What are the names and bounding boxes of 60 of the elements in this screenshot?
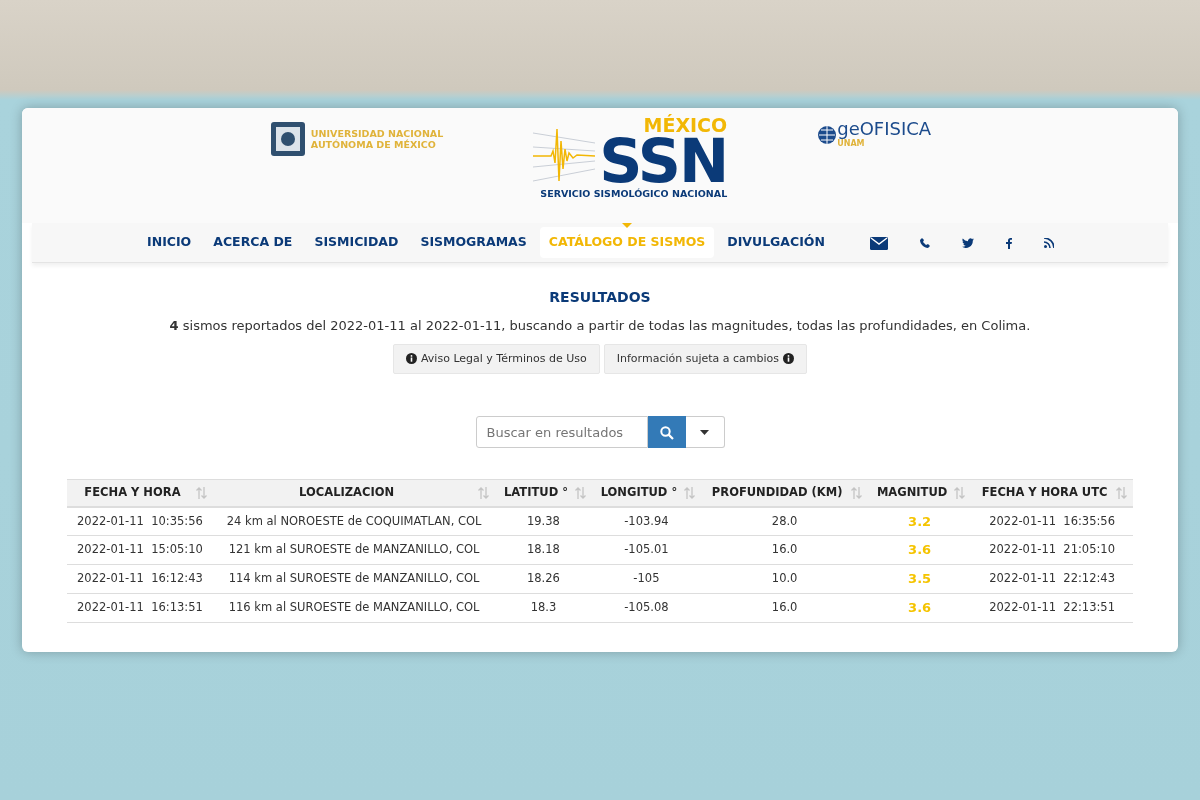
table-cell: -105.01 xyxy=(591,535,702,565)
results-title: RESULTADOS xyxy=(549,288,651,307)
search-button[interactable] xyxy=(647,416,686,448)
logo-text: UNIVERSIDAD NACIONAL xyxy=(310,128,444,139)
nav-tab[interactable]: INICIO xyxy=(138,227,201,258)
table-cell: 114 km al SUROESTE de MANZANILLO, COL xyxy=(212,564,496,594)
info-icon xyxy=(406,353,417,365)
column-header[interactable]: FECHA Y HORA xyxy=(67,479,213,507)
table-cell: 16.0 xyxy=(701,535,869,565)
table-cell: 116 km al SUROESTE de MANZANILLO, COL xyxy=(212,593,496,623)
table-cell: 16.0 xyxy=(701,593,869,623)
table-cell: 3.5 xyxy=(868,564,972,594)
logo-text: geOFISICA xyxy=(837,120,932,138)
column-header[interactable]: FECHA Y HORA UTC xyxy=(971,479,1133,507)
table-cell: 18.26 xyxy=(495,564,592,594)
logo-text: AUTÓNOMA DE MÉXICO xyxy=(310,139,437,150)
search-icon xyxy=(659,425,674,440)
table-cell: 18.3 xyxy=(495,593,592,623)
table-cell: 2022-01-11 10:35:56 xyxy=(67,506,213,536)
globe-icon xyxy=(817,125,838,145)
nav-tab[interactable]: SISMOGRAMAS xyxy=(411,227,536,258)
table-cell: 3.6 xyxy=(868,535,972,565)
table-cell: 3.6 xyxy=(868,593,972,623)
logo-subtext: UNAM xyxy=(837,139,865,150)
logo-acronym: SSN xyxy=(599,135,728,187)
search-field[interactable]: Buscar en resultados xyxy=(475,416,648,448)
table-cell: 18.18 xyxy=(495,535,592,565)
table-cell: 28.0 xyxy=(701,506,869,536)
results-summary: 4 sismos reportados del 2022-01-11 al 2022-01-11, buscando a partir de todas las magnitudes, todas las profundidades, en Colima. xyxy=(169,317,1031,335)
caret-icon xyxy=(700,430,709,435)
dropdown-button[interactable] xyxy=(685,416,725,448)
table-cell: 2022-01-11 22:12:43 xyxy=(971,564,1133,594)
nav-tab[interactable]: SISMICIDAD xyxy=(305,227,408,258)
table-cell: 2022-01-11 21:05:10 xyxy=(971,535,1133,565)
table-cell: 10.0 xyxy=(701,564,869,594)
table-cell: -105 xyxy=(591,564,702,594)
info-icon xyxy=(783,353,794,365)
logo-subtitle: SERVICIO SISMOLÓGICO NACIONAL xyxy=(540,187,728,201)
column-header[interactable]: PROFUNDIDAD (KM) xyxy=(701,479,869,507)
column-header[interactable]: MAGNITUD xyxy=(868,479,972,507)
table-cell: 2022-01-11 15:05:10 xyxy=(67,535,213,565)
column-header[interactable]: LOCALIZACION xyxy=(212,479,496,507)
table-cell: -103.94 xyxy=(591,506,702,536)
table-cell: 3.2 xyxy=(868,506,972,536)
table-cell: 2022-01-11 16:35:56 xyxy=(971,506,1133,536)
info-button[interactable]: Aviso Legal y Términos de Uso xyxy=(393,343,600,374)
table-cell: 19.38 xyxy=(495,506,592,536)
table-cell: 121 km al SUROESTE de MANZANILLO, COL xyxy=(212,535,496,565)
logo-country-text: MÉXICO xyxy=(643,116,728,135)
nav-tab[interactable]: DIVULGACIÓN xyxy=(718,227,834,258)
table-cell: 24 km al NOROESTE de COQUIMATLAN, COL xyxy=(212,506,496,536)
table-cell: 2022-01-11 16:12:43 xyxy=(67,564,213,594)
table-cell: 2022-01-11 16:13:51 xyxy=(67,593,213,623)
university-crest-icon xyxy=(268,120,307,158)
column-header[interactable]: LONGITUD ° xyxy=(591,479,702,507)
nav-tab[interactable]: ACERCA DE xyxy=(204,227,302,258)
table-cell: -105.08 xyxy=(591,593,702,623)
column-header[interactable]: LATITUD ° xyxy=(495,479,592,507)
table-cell: 2022-01-11 22:13:51 xyxy=(971,593,1133,623)
info-button[interactable]: Información sujeta a cambios xyxy=(603,343,807,374)
